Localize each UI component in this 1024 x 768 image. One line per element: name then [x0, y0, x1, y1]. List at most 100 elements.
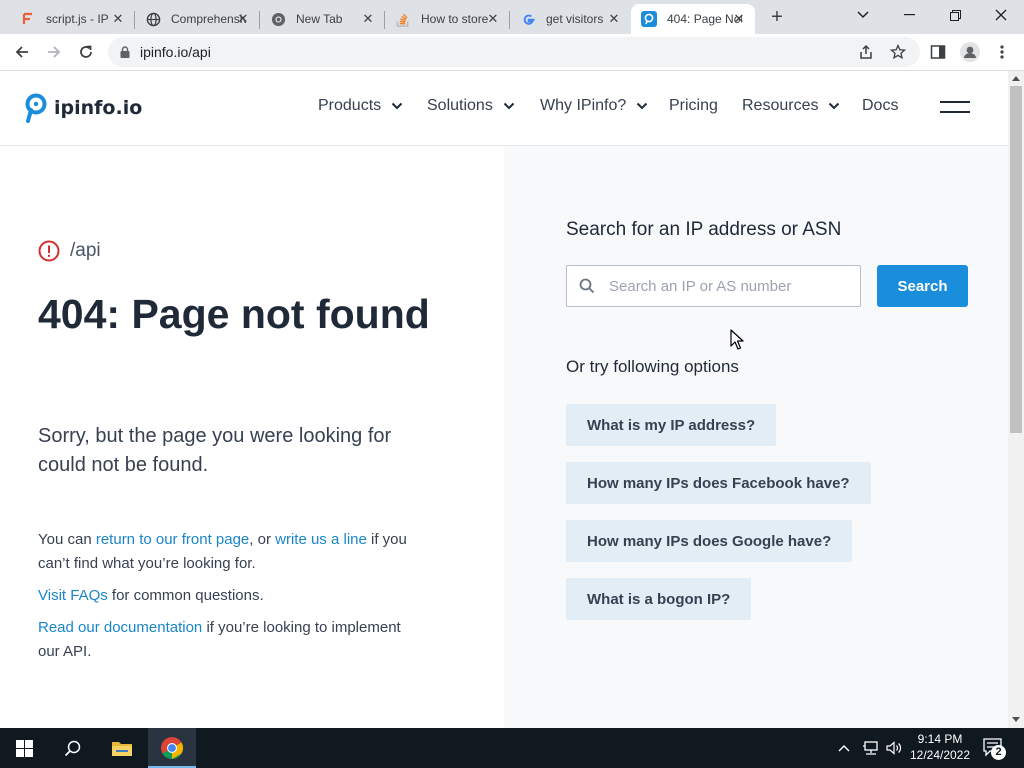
taskbar-search-button[interactable] [48, 728, 96, 768]
help-text: for common questions. [107, 587, 264, 604]
nav-solutions[interactable]: Solutions [427, 97, 515, 115]
network-icon [863, 741, 878, 755]
search-icon [64, 740, 80, 756]
file-explorer-button[interactable] [98, 728, 146, 768]
nav-products[interactable]: Products [318, 97, 403, 115]
close-icon[interactable]: ✕ [485, 11, 501, 27]
profile-button[interactable] [956, 38, 984, 66]
action-center-button[interactable]: 2 [982, 728, 1006, 768]
close-icon[interactable]: ✕ [235, 11, 251, 27]
option-facebook-ips[interactable]: How many IPs does Facebook have? [566, 462, 871, 504]
site-header: ipinfo.io Products Solutions Why IPinfo?… [0, 71, 1008, 146]
close-window-button[interactable] [978, 0, 1024, 30]
close-icon[interactable]: ✕ [731, 11, 747, 27]
chevron-up-icon [838, 745, 850, 752]
taskbar-clock[interactable]: 9:14 PM 12/24/2022 [906, 731, 974, 763]
contact-link[interactable]: write us a line [275, 531, 367, 548]
globe-icon [145, 11, 161, 27]
network-button[interactable] [862, 728, 880, 768]
browser-tab[interactable]: get visitors ✕ [510, 4, 630, 34]
back-button[interactable] [8, 38, 36, 66]
close-icon[interactable]: ✕ [606, 11, 622, 27]
chrome-taskbar-button[interactable] [148, 728, 196, 768]
documentation-link[interactable]: Read our documentation [38, 619, 202, 636]
show-hidden-icons-button[interactable] [838, 728, 850, 768]
logo-text: ipinfo.io [54, 97, 143, 119]
browser-tab[interactable]: New Tab ✕ [260, 4, 385, 34]
volume-button[interactable] [886, 728, 902, 768]
windows-logo-icon [15, 739, 33, 757]
option-my-ip[interactable]: What is my IP address? [566, 404, 777, 446]
nav-label: Pricing [669, 97, 718, 114]
requested-path: /api [38, 240, 101, 262]
close-icon[interactable]: ✕ [110, 11, 126, 27]
caret-up-icon [1012, 75, 1020, 81]
search-field[interactable] [566, 265, 861, 307]
site-logo[interactable]: ipinfo.io [24, 93, 142, 123]
forward-button[interactable] [40, 38, 68, 66]
help-text: , or [249, 531, 276, 548]
search-button[interactable]: Search [877, 265, 968, 307]
hamburger-menu-button[interactable] [940, 101, 970, 115]
search-heading: Search for an IP address or ASN [566, 219, 842, 240]
address-bar[interactable]: ipinfo.io/api [108, 37, 920, 67]
windows-taskbar: 9:14 PM 12/24/2022 2 [0, 728, 1024, 768]
nav-pricing[interactable]: Pricing [669, 97, 718, 115]
start-button[interactable] [0, 728, 48, 768]
browser-tab[interactable]: Comprehensive ✕ [135, 4, 260, 34]
bookmark-button[interactable] [884, 38, 912, 66]
browser-tab[interactable]: script.js - IP ✕ [10, 4, 135, 34]
nav-label: Products [318, 97, 382, 114]
faq-link[interactable]: Visit FAQs [38, 587, 108, 604]
error-pane: /api 404: Page not found Sorry, but the … [0, 146, 504, 728]
search-input[interactable] [609, 277, 849, 295]
lock-icon [120, 46, 130, 58]
reload-button[interactable] [72, 38, 100, 66]
clock-time: 9:14 PM [917, 732, 963, 746]
side-panel-button[interactable] [924, 38, 952, 66]
nav-docs[interactable]: Docs [862, 97, 898, 115]
minimize-icon [903, 14, 915, 16]
nav-label: Resources [742, 97, 819, 114]
caret-down-icon [1012, 716, 1020, 722]
close-icon [995, 9, 1007, 21]
option-bogon-ip[interactable]: What is a bogon IP? [566, 578, 752, 620]
chrome-menu-button[interactable] [988, 38, 1016, 66]
nav-label: Solutions [427, 97, 493, 114]
nav-why-ipinfo[interactable]: Why IPinfo? [540, 97, 648, 115]
address-text: ipinfo.io/api [140, 44, 211, 60]
nav-resources[interactable]: Resources [742, 97, 840, 115]
stack-overflow-icon [395, 11, 411, 27]
share-button[interactable] [852, 38, 880, 66]
front-page-link[interactable]: return to our front page [96, 531, 249, 548]
code-file-icon [20, 11, 36, 27]
restore-button[interactable] [932, 0, 978, 30]
browser-tab[interactable]: How to store ✕ [385, 4, 510, 34]
scroll-up-button[interactable] [1008, 71, 1024, 85]
scrollbar-thumb[interactable] [1010, 86, 1022, 433]
notification-badge: 2 [991, 745, 1006, 760]
browser-tab-active[interactable]: 404: Page Not ✕ [631, 4, 755, 34]
clock-date: 12/24/2022 [909, 748, 971, 762]
ipinfo-logo-icon [25, 93, 47, 123]
new-tab-button[interactable]: + [766, 6, 788, 28]
browser-toolbar: ipinfo.io/api [0, 34, 1024, 71]
folder-icon [112, 742, 132, 756]
scroll-down-button[interactable] [1008, 712, 1024, 726]
reload-icon [80, 45, 92, 58]
error-subtitle: Sorry, but the page you were looking for… [38, 425, 392, 476]
search-pane: Search for an IP address or ASN Search O… [504, 146, 1008, 728]
page-title: 404: Page not found [38, 291, 430, 337]
nav-label: Docs [862, 97, 899, 114]
hamburger-line [940, 101, 970, 103]
nav-label: Why IPinfo? [540, 97, 627, 114]
minimize-button[interactable] [886, 0, 932, 30]
help-paragraph: Visit FAQs for common questions. [38, 584, 418, 608]
close-icon[interactable]: ✕ [360, 11, 376, 27]
option-google-ips[interactable]: How many IPs does Google have? [566, 520, 853, 562]
arrow-right-icon [48, 46, 61, 58]
google-icon [520, 11, 536, 27]
path-text: /api [70, 240, 101, 261]
tab-search-button[interactable] [840, 0, 886, 30]
restore-icon [949, 9, 961, 21]
